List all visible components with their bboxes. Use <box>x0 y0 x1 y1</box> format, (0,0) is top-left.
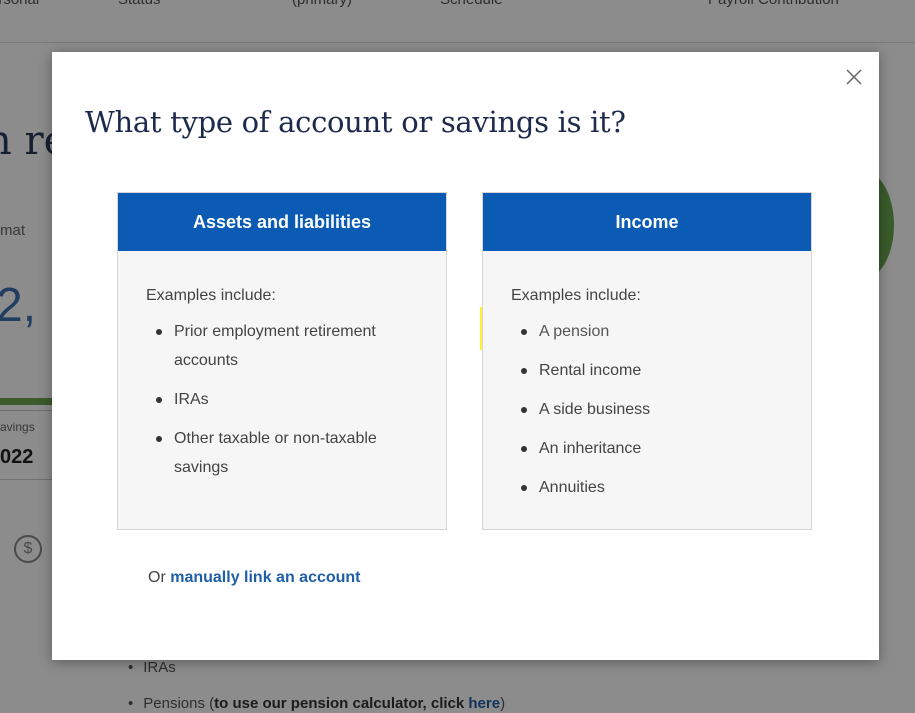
card-intro: Examples include: <box>511 287 641 304</box>
card-header: Assets and liabilities <box>118 193 446 251</box>
list-item: An inheritance <box>521 434 811 463</box>
income-card[interactable]: Income Examples include: A pension Renta… <box>482 192 812 530</box>
manually-link-account-link[interactable]: manually link an account <box>170 569 360 586</box>
list-item: Annuities <box>521 473 811 502</box>
list-item: A pension <box>521 317 811 346</box>
list-item: Prior employment retirement accounts <box>156 317 384 375</box>
list-item: IRAs <box>156 385 446 414</box>
list-item: Other taxable or non-taxable savings <box>156 424 384 482</box>
list-item: Rental income <box>521 356 811 385</box>
card-body: Examples include: A pension Rental incom… <box>483 251 811 502</box>
list-item: A side business <box>521 395 811 424</box>
card-header: Income <box>483 193 811 251</box>
manual-link-row: Or manually link an account <box>148 569 361 587</box>
card-body: Examples include: Prior employment retir… <box>118 251 446 482</box>
close-button[interactable] <box>843 66 865 88</box>
modal-title: What type of account or savings is it? <box>85 105 626 139</box>
footer-prefix: Or <box>148 569 166 586</box>
close-icon <box>846 69 862 85</box>
example-list: Prior employment retirement accounts IRA… <box>146 317 446 482</box>
card-intro: Examples include: <box>146 287 276 304</box>
example-list: A pension Rental income A side business … <box>511 317 811 502</box>
assets-liabilities-card[interactable]: Assets and liabilities Examples include:… <box>117 192 447 530</box>
account-type-modal: What type of account or savings is it? A… <box>52 52 879 660</box>
